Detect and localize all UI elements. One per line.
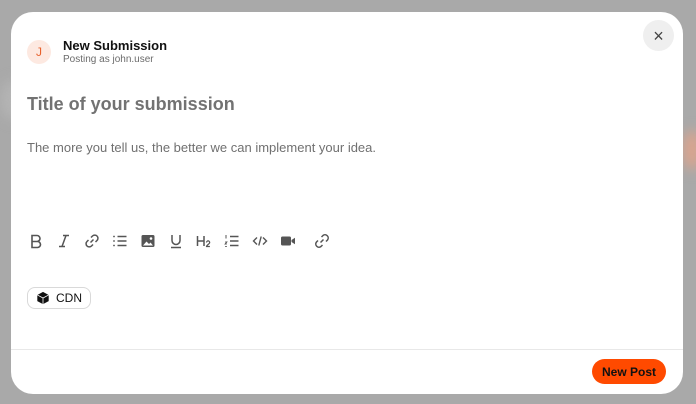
- footer-divider: [11, 349, 683, 350]
- italic-icon[interactable]: [55, 232, 73, 250]
- posting-as-label: Posting as john.user: [63, 54, 154, 65]
- ordered-list-icon[interactable]: [223, 232, 241, 250]
- cdn-tag[interactable]: CDN: [27, 287, 91, 309]
- modal-title: New Submission: [63, 38, 168, 53]
- title-input[interactable]: [27, 94, 657, 115]
- editor-toolbar: [27, 232, 341, 250]
- heading-icon[interactable]: [195, 232, 213, 250]
- description-input[interactable]: [27, 140, 657, 200]
- code-icon[interactable]: [251, 232, 269, 250]
- avatar: J: [27, 40, 51, 64]
- link-icon[interactable]: [83, 232, 101, 250]
- bullet-list-icon[interactable]: [111, 232, 129, 250]
- image-icon[interactable]: [139, 232, 157, 250]
- cube-icon: [37, 291, 49, 305]
- new-submission-modal: J New Submission Posting as john.user ×: [11, 12, 683, 394]
- header-text: New Submission Posting as john.user: [63, 38, 167, 66]
- close-button[interactable]: ×: [643, 20, 674, 51]
- underline-icon[interactable]: [167, 232, 185, 250]
- url-link-icon[interactable]: [313, 232, 331, 250]
- backdrop-blob: [682, 130, 696, 170]
- modal-header: J New Submission Posting as john.user: [27, 38, 167, 66]
- bold-icon[interactable]: [27, 232, 45, 250]
- video-icon[interactable]: [279, 232, 297, 250]
- new-post-button[interactable]: New Post: [591, 359, 666, 384]
- close-icon: ×: [653, 25, 664, 46]
- tag-label: CDN: [56, 291, 82, 305]
